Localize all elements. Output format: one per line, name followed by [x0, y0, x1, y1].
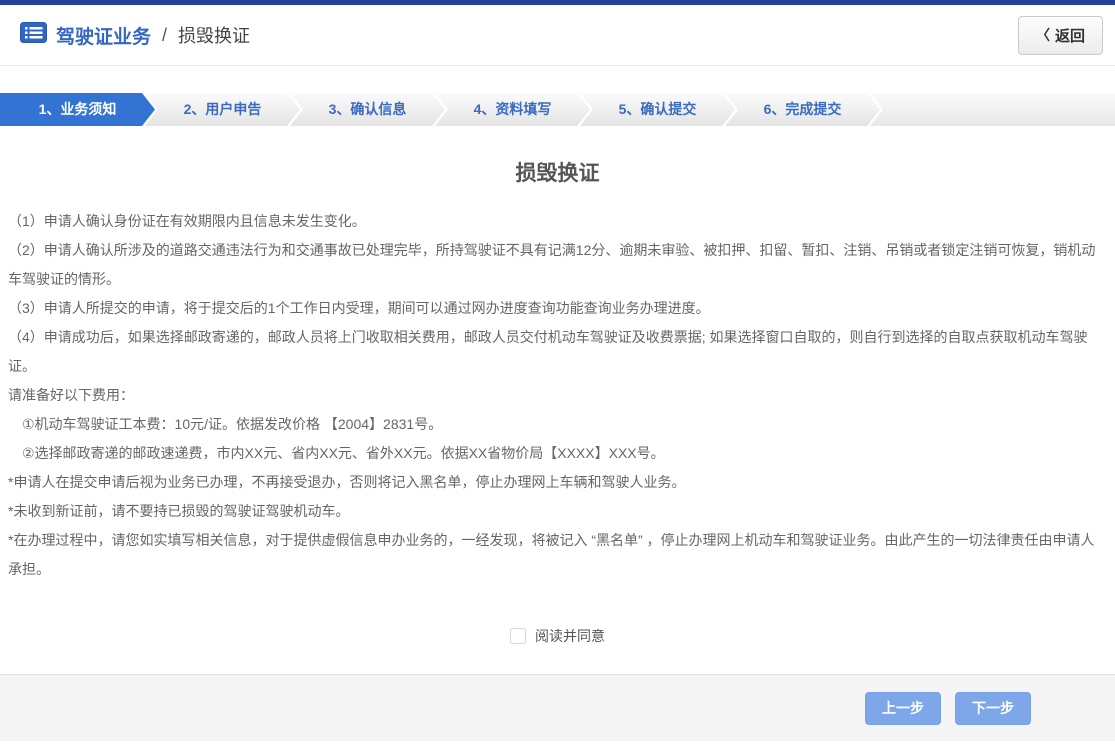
breadcrumb-current: 损毁换证	[178, 22, 250, 48]
notice-paragraph: *在办理过程中，请您如实填写相关信息，对于提供虚假信息申办业务的，一经发现，将被…	[8, 526, 1107, 584]
breadcrumb-main: 驾驶证业务	[56, 22, 151, 49]
agree-checkbox-label[interactable]: 阅读并同意	[535, 626, 605, 646]
notice-paragraph: （3）申请人所提交的申请，将于提交后的1个工作日内受理，期间可以通过网办进度查询…	[8, 294, 1107, 323]
footer-action-bar: 上一步 下一步	[0, 674, 1115, 741]
back-button-label: 返回	[1055, 25, 1085, 46]
page-title: 损毁换证	[8, 157, 1107, 187]
wizard-step-5-confirm-submit[interactable]: 5、确认提交	[580, 93, 735, 126]
step-wizard: 1、业务须知 2、用户申告 3、确认信息 4、资料填写 5、确认提交 6、完成提…	[0, 93, 1115, 126]
main-content: 损毁换证 （1）申请人确认身份证在有效期限内且信息未发生变化。 （2）申请人确认…	[0, 157, 1115, 646]
wizard-step-6-complete-submit[interactable]: 6、完成提交	[725, 93, 880, 126]
notice-paragraph: （4）申请成功后，如果选择邮政寄递的，邮政人员将上门收取相关费用，邮政人员交付机…	[8, 323, 1107, 381]
wizard-step-2-user-declaration[interactable]: 2、用户申告	[145, 93, 300, 126]
next-step-button[interactable]: 下一步	[955, 692, 1031, 725]
previous-step-button[interactable]: 上一步	[865, 692, 941, 725]
breadcrumb-separator: /	[162, 25, 167, 46]
breadcrumb: 驾驶证业务 / 损毁换证	[20, 22, 250, 49]
agree-checkbox[interactable]	[510, 628, 526, 644]
wizard-step-3-confirm-info[interactable]: 3、确认信息	[290, 93, 445, 126]
notice-text-block: （1）申请人确认身份证在有效期限内且信息未发生变化。 （2）申请人确认所涉及的道…	[8, 207, 1107, 584]
wizard-step-1-service-notice[interactable]: 1、业务须知	[0, 93, 155, 126]
notice-paragraph: （2）申请人确认所涉及的道路交通违法行为和交通事故已处理完毕，所持驾驶证不具有记…	[8, 236, 1107, 294]
notice-paragraph: *未收到新证前，请不要持已损毁的驾驶证驾驶机动车。	[8, 497, 1107, 526]
notice-paragraph: （1）申请人确认身份证在有效期限内且信息未发生变化。	[8, 207, 1107, 236]
notice-paragraph: 请准备好以下费用：	[8, 381, 1107, 410]
agree-row: 阅读并同意	[8, 626, 1107, 646]
menu-list-icon	[20, 22, 47, 48]
wizard-step-4-fill-materials[interactable]: 4、资料填写	[435, 93, 590, 126]
page-header: 驾驶证业务 / 损毁换证 〈 返回	[0, 5, 1115, 66]
notice-paragraph: *申请人在提交申请后视为业务已办理，不再接受退办，否则将记入黑名单，停止办理网上…	[8, 468, 1107, 497]
wizard-track-filler	[870, 93, 1115, 126]
chevron-left-icon: 〈	[1036, 25, 1050, 45]
notice-paragraph: ①机动车驾驶证工本费：10元/证。依据发改价格 【2004】2831号。	[8, 410, 1107, 439]
notice-paragraph: ②选择邮政寄递的邮政速递费，市内XX元、省内XX元、省外XX元。依据XX省物价局…	[8, 439, 1107, 468]
back-button[interactable]: 〈 返回	[1018, 16, 1103, 55]
